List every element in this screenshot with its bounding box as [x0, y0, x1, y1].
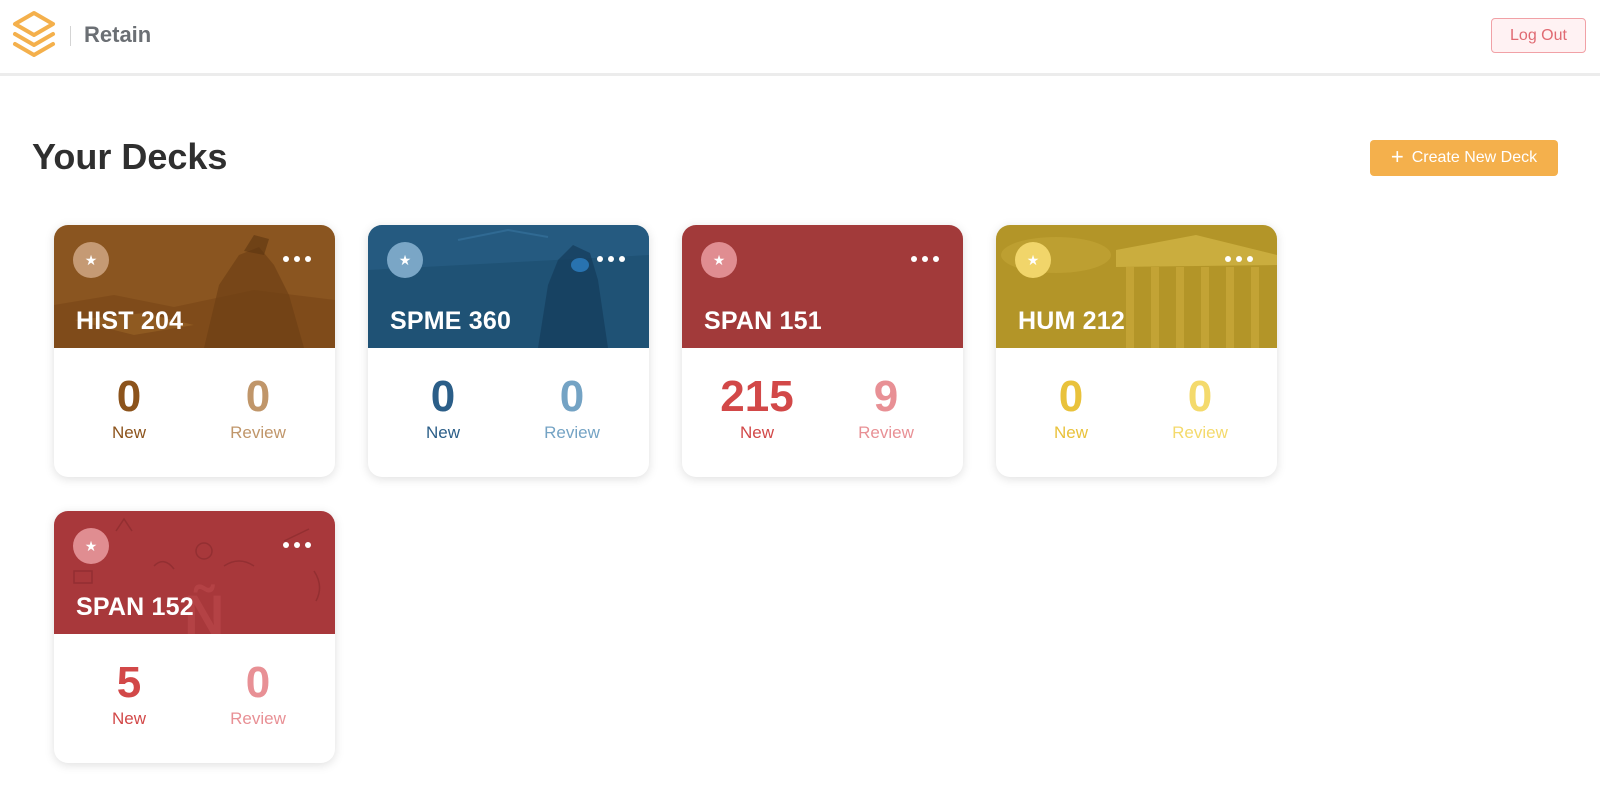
- deck-banner: ★ HUM 212: [996, 225, 1277, 348]
- deck-card[interactable]: ★ SPAN 151 215 New 9 Review: [682, 225, 963, 477]
- deck-card[interactable]: ★ HIST 204 0 New 0 Review: [54, 225, 335, 477]
- deck-banner: ★ SPAN 151: [682, 225, 963, 348]
- deck-name: HIST 204: [76, 307, 184, 335]
- review-count: 0: [245, 658, 271, 707]
- review-stat: 0 Review: [512, 357, 632, 443]
- more-options-icon[interactable]: [283, 537, 311, 553]
- more-options-icon[interactable]: [1225, 251, 1253, 267]
- favorite-star-icon[interactable]: ★: [387, 242, 423, 278]
- review-label: Review: [230, 709, 286, 728]
- new-label: New: [1053, 423, 1088, 442]
- deck-banner: ★ SPME 360: [368, 225, 649, 348]
- review-stat: 9 Review: [826, 357, 946, 443]
- new-label: New: [739, 423, 774, 442]
- new-stat: 5 New: [69, 643, 189, 729]
- review-label: Review: [1172, 423, 1228, 442]
- new-count: 5: [116, 658, 142, 707]
- deck-card[interactable]: Ñ ★ SPAN 152 5 New 0 Review: [54, 511, 335, 763]
- favorite-star-icon[interactable]: ★: [73, 528, 109, 564]
- new-count: 0: [430, 372, 456, 421]
- new-stat: 0 New: [1011, 357, 1131, 443]
- deck-stats: 0 New 0 Review: [368, 357, 649, 467]
- more-options-icon[interactable]: [283, 251, 311, 267]
- review-stat: 0 Review: [198, 643, 318, 729]
- deck-name: SPME 360: [390, 307, 512, 335]
- review-stat: 0 Review: [198, 357, 318, 443]
- deck-name: HUM 212: [1018, 307, 1125, 335]
- review-count: 0: [1187, 372, 1213, 421]
- create-new-deck-label: Create New Deck: [1411, 149, 1538, 166]
- review-label: Review: [544, 423, 600, 442]
- create-new-deck-button[interactable]: + Create New Deck: [1370, 140, 1558, 176]
- top-navbar: Retain Log Out: [0, 0, 1600, 76]
- deck-stats: 215 New 9 Review: [682, 357, 963, 467]
- logout-button[interactable]: Log Out: [1491, 18, 1586, 53]
- stacked-layers-logo-icon[interactable]: [11, 10, 57, 62]
- deck-name: SPAN 152: [76, 593, 194, 621]
- new-count: 215: [720, 372, 794, 421]
- deck-banner: Ñ ★ SPAN 152: [54, 511, 335, 634]
- new-stat: 0 New: [383, 357, 503, 443]
- deck-stats: 0 New 0 Review: [996, 357, 1277, 467]
- new-stat: 0 New: [69, 357, 189, 443]
- review-count: 0: [559, 372, 585, 421]
- review-count: 9: [873, 372, 899, 421]
- review-count: 0: [245, 372, 271, 421]
- plus-icon: +: [1390, 144, 1404, 169]
- new-count: 0: [1058, 372, 1084, 421]
- deck-stats: 0 New 0 Review: [54, 357, 335, 467]
- page-title: Your Decks: [32, 136, 228, 177]
- new-label: New: [111, 423, 146, 442]
- logo-divider: [70, 26, 71, 46]
- new-stat: 215 New: [697, 357, 817, 443]
- new-label: New: [111, 709, 146, 728]
- deck-stats: 5 New 0 Review: [54, 643, 335, 753]
- favorite-star-icon[interactable]: ★: [701, 242, 737, 278]
- review-label: Review: [230, 423, 286, 442]
- favorite-star-icon[interactable]: ★: [73, 242, 109, 278]
- review-label: Review: [858, 423, 914, 442]
- more-options-icon[interactable]: [911, 251, 939, 267]
- review-stat: 0 Review: [1140, 357, 1260, 443]
- deck-card[interactable]: ★ SPME 360 0 New 0 Review: [368, 225, 649, 477]
- deck-name: SPAN 151: [704, 307, 822, 335]
- favorite-star-icon[interactable]: ★: [1015, 242, 1051, 278]
- new-label: New: [425, 423, 460, 442]
- app-name: Retain: [84, 22, 152, 47]
- deck-banner: ★ HIST 204: [54, 225, 335, 348]
- new-count: 0: [116, 372, 142, 421]
- more-options-icon[interactable]: [597, 251, 625, 267]
- deck-card[interactable]: ★ HUM 212 0 New 0 Review: [996, 225, 1277, 477]
